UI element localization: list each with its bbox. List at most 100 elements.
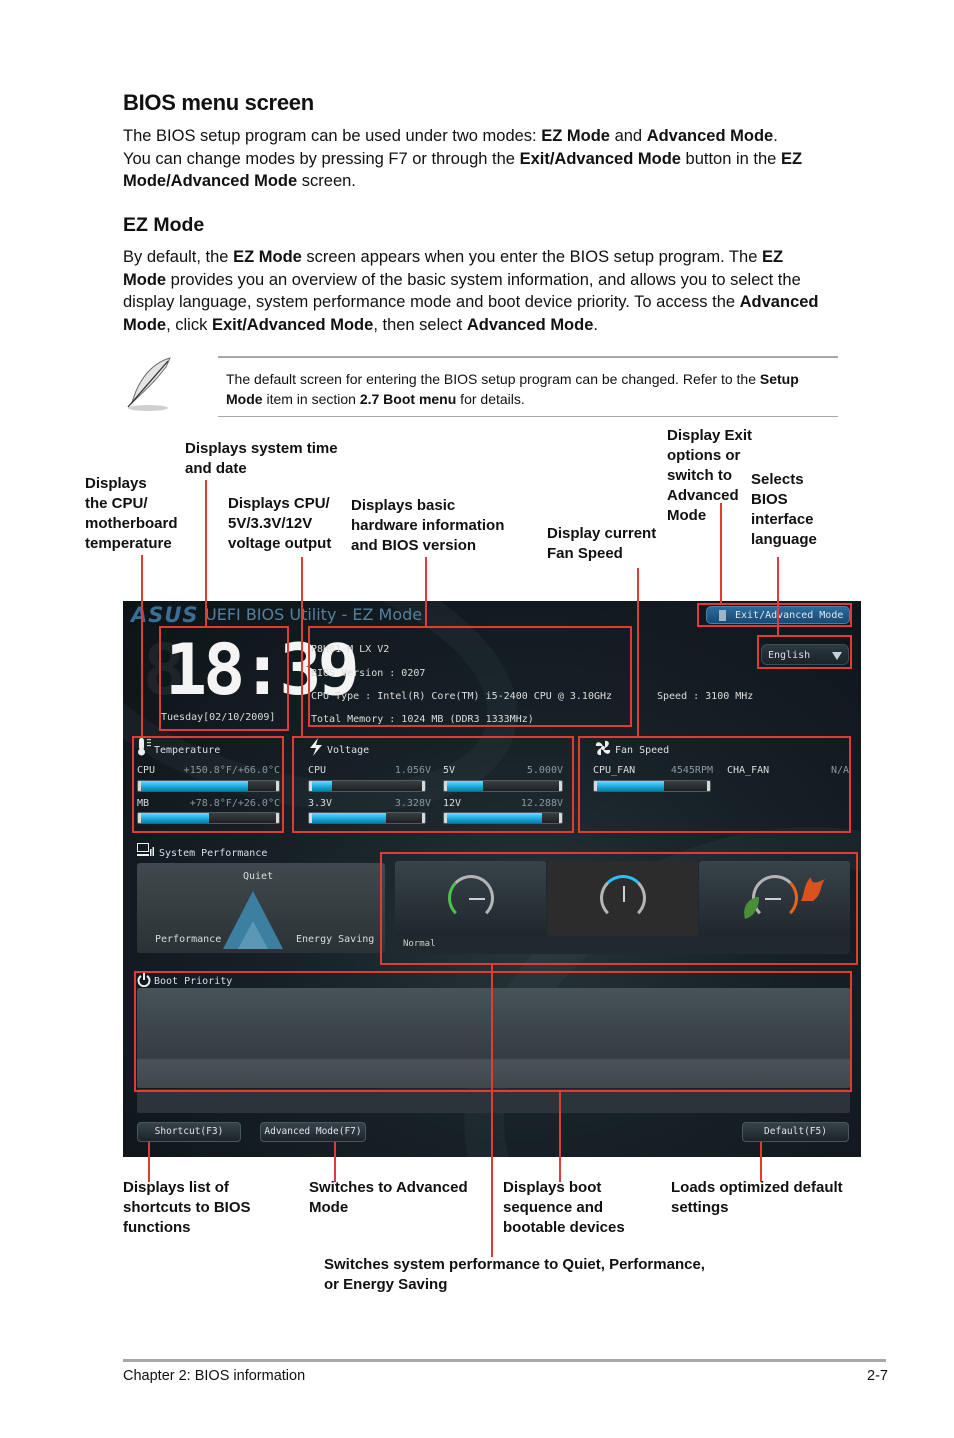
intro-bold: Advanced Mode bbox=[646, 127, 774, 145]
callout-line: BIOS bbox=[751, 491, 788, 508]
callout-line: interface bbox=[751, 511, 814, 528]
callout-line: settings bbox=[671, 1199, 729, 1216]
callout-line: Advanced bbox=[667, 487, 739, 504]
callout-line: functions bbox=[123, 1219, 191, 1236]
section-heading-ez-mode: EZ Mode bbox=[123, 214, 205, 236]
cpu-speed: Speed : 3100 MHz bbox=[657, 691, 754, 702]
intro-text: and bbox=[609, 127, 647, 145]
intro-bold: EZ Mode bbox=[541, 127, 610, 145]
intro-bold: Exit/Advanced Mode bbox=[519, 149, 681, 168]
highlight-clock bbox=[159, 626, 289, 731]
ez-text: , click bbox=[166, 315, 212, 334]
ez-bold: Exit/Advanced Mode bbox=[211, 315, 374, 334]
highlight-language bbox=[757, 635, 852, 669]
intro-text: You can change modes by pressing F7 or t… bbox=[123, 149, 520, 168]
advanced-mode-button[interactable]: Advanced Mode(F7) bbox=[260, 1122, 366, 1142]
connector-fan bbox=[637, 568, 639, 736]
callout-line: or Energy Saving bbox=[324, 1276, 448, 1293]
quiet-label: Quiet bbox=[243, 871, 274, 882]
footer-chapter: Chapter 2: BIOS information bbox=[123, 1368, 306, 1384]
callout-shortcut: Displays list of shortcuts to BIOS funct… bbox=[123, 1178, 251, 1238]
shortcut-button[interactable]: Shortcut(F3) bbox=[137, 1122, 241, 1142]
highlight-boot-priority bbox=[134, 971, 852, 1092]
callout-line: Display Exit bbox=[667, 427, 753, 444]
callout-line: Displays list of bbox=[123, 1179, 229, 1196]
callout-boot-sequence: Displays boot sequence and bootable devi… bbox=[503, 1178, 625, 1238]
callout-line: hardware information bbox=[351, 517, 505, 534]
highlight-exit-button bbox=[697, 603, 852, 627]
note-top-divider bbox=[218, 356, 838, 358]
footer-divider bbox=[123, 1359, 886, 1362]
connector-temperature bbox=[141, 555, 143, 736]
connector-time bbox=[205, 480, 207, 626]
callout-line: Selects bbox=[751, 471, 804, 488]
highlight-voltage bbox=[292, 736, 574, 833]
callout-language: Selects BIOS interface language bbox=[751, 470, 817, 550]
callout-line: Switches system performance to Quiet, Pe… bbox=[324, 1256, 705, 1273]
note-bold: 2.7 Boot menu bbox=[359, 391, 457, 407]
note-bottom-divider bbox=[218, 416, 838, 417]
highlight-performance-modes bbox=[380, 852, 858, 965]
callout-line: shortcuts to BIOS bbox=[123, 1199, 251, 1216]
callout-line: sequence and bbox=[503, 1199, 604, 1216]
note-text-part: item in section bbox=[262, 391, 360, 407]
note-text: The default screen for entering the BIOS… bbox=[226, 369, 836, 409]
callout-line: Display current bbox=[547, 525, 657, 542]
intro-paragraph: The BIOS setup program can be used under… bbox=[123, 125, 843, 193]
boot-device-list-extra bbox=[137, 1089, 850, 1113]
callout-exit-options: Display Exit options or switch to Advanc… bbox=[667, 426, 752, 526]
system-performance-icon bbox=[137, 843, 154, 856]
highlight-fan-speed bbox=[578, 736, 851, 833]
ez-text: provides you an overview of the basic sy… bbox=[123, 270, 801, 312]
ez-text: screen appears when you enter the BIOS s… bbox=[301, 248, 762, 266]
highlight-temperature bbox=[132, 736, 284, 833]
callout-line: Displays system time bbox=[185, 440, 338, 457]
callout-voltage: Displays CPU/ 5V/3.3V/12V voltage output bbox=[228, 494, 331, 554]
intro-text: screen. bbox=[297, 172, 356, 191]
callout-line: the CPU/ bbox=[85, 495, 148, 512]
intro-text: . bbox=[773, 127, 778, 145]
callout-line: Displays bbox=[85, 475, 147, 492]
callout-line: Switches to Advanced bbox=[309, 1179, 468, 1196]
ez-text: By default, the bbox=[123, 248, 234, 266]
callout-line: Fan Speed bbox=[547, 545, 623, 562]
highlight-hardware-info bbox=[308, 626, 632, 727]
page-title: BIOS menu screen bbox=[123, 90, 314, 115]
callout-line: language bbox=[751, 531, 817, 548]
default-button[interactable]: Default(F5) bbox=[742, 1122, 849, 1142]
app-title: UEFI BIOS Utility - EZ Mode bbox=[205, 605, 423, 624]
connector-advanced bbox=[334, 1142, 336, 1182]
ez-bold: Advanced Mode bbox=[466, 315, 594, 334]
note-text-part: The default screen for entering the BIOS… bbox=[226, 371, 760, 387]
connector-voltage bbox=[301, 557, 303, 736]
callout-hardware-info: Displays basic hardware information and … bbox=[351, 496, 504, 556]
callout-time-date: Displays system time and date bbox=[185, 439, 338, 479]
callout-line: Displays CPU/ bbox=[228, 495, 330, 512]
callout-line: options or bbox=[667, 447, 741, 464]
performance-label: Performance bbox=[155, 934, 222, 945]
performance-triangle-inner bbox=[238, 921, 268, 949]
callout-line: 5V/3.3V/12V bbox=[228, 515, 313, 532]
feather-pen-icon bbox=[127, 357, 171, 411]
callout-line: voltage output bbox=[228, 535, 332, 552]
connector-default bbox=[760, 1142, 762, 1182]
ez-paragraph: By default, the EZ Mode screen appears w… bbox=[123, 246, 823, 336]
callout-default-settings: Loads optimized default settings bbox=[671, 1178, 843, 1218]
callout-line: Mode bbox=[667, 507, 707, 524]
connector-shortcut bbox=[148, 1142, 150, 1182]
callout-temperature: Displays the CPU/ motherboard temperatur… bbox=[85, 474, 178, 554]
connector-language bbox=[777, 557, 779, 635]
ez-text: , then select bbox=[373, 315, 467, 334]
ez-text: . bbox=[593, 315, 598, 334]
callout-line: switch to bbox=[667, 467, 733, 484]
connector-exit bbox=[720, 503, 722, 603]
callout-line: temperature bbox=[85, 535, 172, 552]
callout-line: Displays boot bbox=[503, 1179, 602, 1196]
callout-fan-speed: Display current Fan Speed bbox=[547, 524, 656, 564]
footer-page-number: 2-7 bbox=[867, 1368, 888, 1384]
note-text-part: for details. bbox=[456, 391, 525, 407]
callout-line: Displays basic bbox=[351, 497, 456, 514]
connector-performance bbox=[491, 965, 493, 1257]
intro-text: The BIOS setup program can be used under… bbox=[123, 127, 542, 145]
callout-advanced-mode: Switches to Advanced Mode bbox=[309, 1178, 468, 1218]
